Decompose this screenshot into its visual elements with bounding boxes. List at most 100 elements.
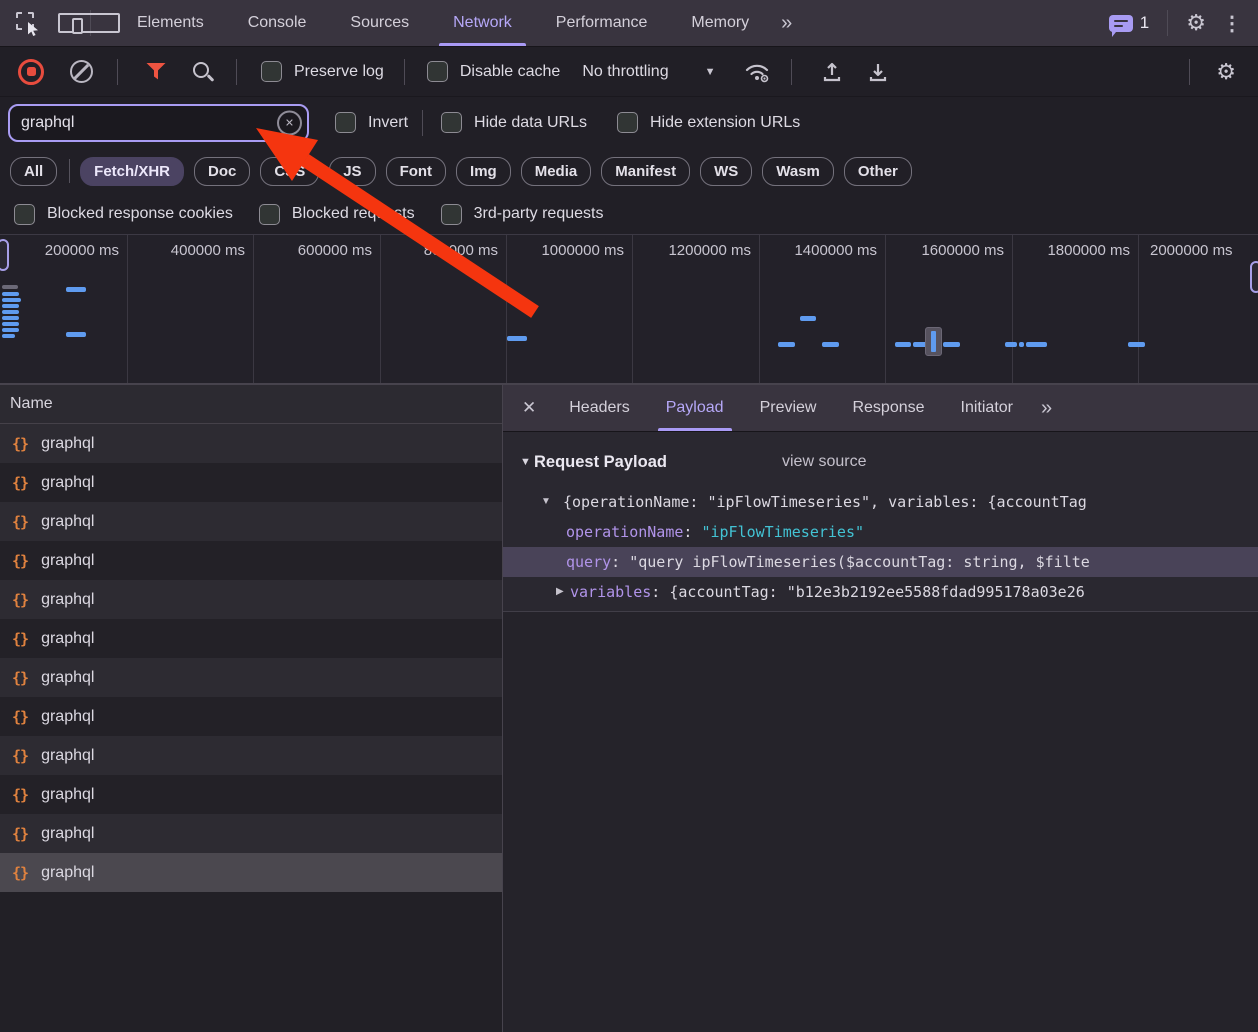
detail-tab-initiator[interactable]: Initiator xyxy=(943,385,1031,431)
network-overview-timeline[interactable]: 200000 ms400000 ms600000 ms800000 ms1000… xyxy=(0,235,1258,385)
collapse-triangle-icon[interactable]: ▼ xyxy=(520,447,531,477)
clear-network-log-button[interactable] xyxy=(70,60,93,83)
filter-input[interactable]: graphql ✕ xyxy=(8,104,309,142)
network-settings-gear-icon[interactable]: ⚙ xyxy=(1216,61,1236,83)
request-name: graphql xyxy=(41,708,94,726)
request-row[interactable]: {}graphql xyxy=(0,697,502,736)
tablet-shape xyxy=(58,13,120,33)
blocked-response-cookies-checkbox[interactable] xyxy=(14,204,35,225)
chip-doc[interactable]: Doc xyxy=(194,157,250,186)
settings-gear-icon[interactable]: ⚙ xyxy=(1186,12,1206,34)
chip-media[interactable]: Media xyxy=(521,157,592,186)
request-name: graphql xyxy=(41,591,94,609)
request-row[interactable]: {}graphql xyxy=(0,814,502,853)
hide-extension-urls-checkbox[interactable] xyxy=(617,112,638,133)
waterfall-bar xyxy=(1019,342,1024,347)
chevron-down-icon: ▼ xyxy=(705,66,716,78)
request-row[interactable]: {}graphql xyxy=(0,502,502,541)
chip-manifest[interactable]: Manifest xyxy=(601,157,690,186)
waterfall-bar xyxy=(2,292,19,296)
filter-toggle-icon[interactable] xyxy=(146,63,166,81)
chip-other[interactable]: Other xyxy=(844,157,912,186)
waterfall-bar xyxy=(1005,342,1017,347)
request-rows: {}graphql{}graphql{}graphql{}graphql{}gr… xyxy=(0,424,502,892)
overview-right-grip[interactable] xyxy=(1250,261,1258,293)
waterfall-bar xyxy=(2,285,18,289)
hide-data-urls-label: Hide data URLs xyxy=(474,114,587,132)
request-row[interactable]: {}graphql xyxy=(0,541,502,580)
chip-all[interactable]: All xyxy=(10,157,57,186)
network-conditions-icon[interactable] xyxy=(743,60,771,84)
payload-line[interactable]: operationName: "ipFlowTimeseries" xyxy=(503,517,1258,547)
detail-tab-response[interactable]: Response xyxy=(834,385,942,431)
divider xyxy=(1167,10,1168,36)
blocked-requests-checkbox[interactable] xyxy=(259,204,280,225)
import-har-icon[interactable] xyxy=(820,60,844,84)
cursor-icon xyxy=(27,22,40,36)
inspect-element-icon[interactable] xyxy=(16,12,38,34)
request-name: graphql xyxy=(41,630,94,648)
chip-js[interactable]: JS xyxy=(329,157,375,186)
request-row[interactable]: {}graphql xyxy=(0,775,502,814)
request-name: graphql xyxy=(41,474,94,492)
hide-data-urls-checkbox[interactable] xyxy=(441,112,462,133)
tab-memory[interactable]: Memory xyxy=(669,0,771,46)
chip-wasm[interactable]: Wasm xyxy=(762,157,834,186)
more-detail-tabs-icon[interactable]: » xyxy=(1031,397,1060,420)
tab-performance[interactable]: Performance xyxy=(534,0,670,46)
more-tabs-icon[interactable]: » xyxy=(771,12,800,35)
chip-css[interactable]: CSS xyxy=(260,157,319,186)
timeline-tick-label: 800000 ms xyxy=(424,242,498,259)
invert-checkbox[interactable] xyxy=(335,112,356,133)
third-party-requests-checkbox[interactable] xyxy=(441,204,462,225)
throttling-dropdown[interactable]: No throttling ▼ xyxy=(582,63,715,81)
request-row[interactable]: {}graphql xyxy=(0,736,502,775)
payload-line[interactable]: query: "query ipFlowTimeseries($accountT… xyxy=(503,547,1258,577)
payload-line-text: variables: {accountTag: "b12e3b2192ee558… xyxy=(503,583,1085,601)
tab-network[interactable]: Network xyxy=(431,0,534,46)
disable-cache-checkbox[interactable] xyxy=(427,61,448,82)
close-icon[interactable]: ✕ xyxy=(503,398,551,418)
chip-img[interactable]: Img xyxy=(456,157,511,186)
request-row[interactable]: {}graphql xyxy=(0,424,502,463)
record-button[interactable] xyxy=(18,59,44,85)
search-icon[interactable] xyxy=(192,61,214,83)
payload-tree: ▼{operationName: "ipFlowTimeseries", var… xyxy=(503,487,1258,607)
message-bubble-icon xyxy=(1109,15,1133,32)
tab-console[interactable]: Console xyxy=(226,0,329,46)
detail-tab-preview[interactable]: Preview xyxy=(742,385,835,431)
request-row[interactable]: {}graphql xyxy=(0,580,502,619)
request-row[interactable]: {}graphql xyxy=(0,619,502,658)
request-row[interactable]: {}graphql xyxy=(0,853,502,892)
tab-sources[interactable]: Sources xyxy=(328,0,431,46)
waterfall-bar xyxy=(800,316,816,321)
request-name: graphql xyxy=(41,747,94,765)
payload-line[interactable]: ▼{operationName: "ipFlowTimeseries", var… xyxy=(503,487,1258,517)
clear-filter-icon[interactable]: ✕ xyxy=(277,110,302,135)
collapsed-triangle-icon[interactable]: ▶ xyxy=(556,577,564,607)
request-name: graphql xyxy=(41,825,94,843)
hide-extension-urls-label: Hide extension URLs xyxy=(650,114,800,132)
chip-fetchxhr[interactable]: Fetch/XHR xyxy=(80,157,184,186)
issues-counter[interactable]: 1 xyxy=(1109,13,1149,33)
chip-ws[interactable]: WS xyxy=(700,157,752,186)
invert-label: Invert xyxy=(368,114,408,132)
request-row[interactable]: {}graphql xyxy=(0,658,502,697)
detail-tab-headers[interactable]: Headers xyxy=(551,385,647,431)
device-toolbar-icon[interactable] xyxy=(58,12,84,34)
preserve-log-checkbox[interactable] xyxy=(261,61,282,82)
chip-font[interactable]: Font xyxy=(386,157,446,186)
expanded-triangle-icon[interactable]: ▼ xyxy=(541,487,551,517)
kebab-menu-icon[interactable]: ⋮ xyxy=(1218,11,1246,36)
name-column-header[interactable]: Name xyxy=(0,385,502,424)
overview-left-grip[interactable] xyxy=(0,239,9,271)
request-row[interactable]: {}graphql xyxy=(0,463,502,502)
payload-line-text: {operationName: "ipFlowTimeseries", vari… xyxy=(503,493,1087,511)
tab-elements[interactable]: Elements xyxy=(115,0,226,46)
payload-line[interactable]: ▶variables: {accountTag: "b12e3b2192ee55… xyxy=(503,577,1258,607)
detail-tab-payload[interactable]: Payload xyxy=(648,385,742,431)
timeline-tick-label: 2000000 ms xyxy=(1150,242,1233,259)
divider xyxy=(69,159,70,183)
view-source-link[interactable]: view source xyxy=(782,447,866,477)
export-har-icon[interactable] xyxy=(866,60,890,84)
